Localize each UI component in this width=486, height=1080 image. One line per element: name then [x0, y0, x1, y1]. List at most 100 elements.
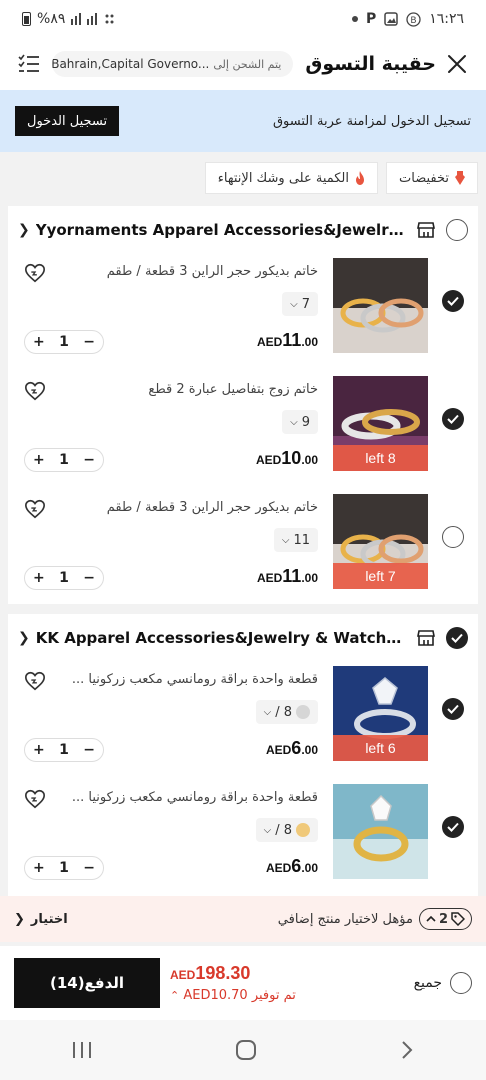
product-name[interactable]: قطعة واحدة براقة رومانسي مكعب زركونيا ..…	[58, 672, 318, 687]
decrement-button[interactable]: −	[83, 334, 95, 350]
close-button[interactable]	[440, 47, 474, 81]
decrement-button[interactable]: −	[83, 570, 95, 586]
addon-offer-bar[interactable]: 2 مؤهل لاختيار منتج إضافي اختيار ❮	[0, 896, 486, 942]
select-all[interactable]: جميع	[414, 972, 472, 994]
variant-selector[interactable]: 7 ⌵	[282, 292, 318, 316]
store-icon	[416, 628, 436, 648]
shipping-location-selector[interactable]: يتم الشحن إلى Bahrain,Capital Governo...	[52, 51, 294, 77]
item-select-checkbox[interactable]	[442, 408, 464, 430]
quantity-value: 1	[59, 452, 69, 468]
decrement-button[interactable]: −	[83, 742, 95, 758]
variant-value: 7	[301, 296, 310, 312]
checkout-bar: جميع AED198.30 تم توفير AED10.70 ⌃ الدفع…	[0, 946, 486, 1020]
product-image[interactable]	[333, 258, 428, 353]
store-select-radio[interactable]	[446, 219, 468, 241]
item-select-checkbox[interactable]	[442, 816, 464, 838]
price-decimal: .00	[301, 571, 318, 585]
variant-selector[interactable]: 8 / ⌵	[255, 818, 318, 842]
cart-item: 6 left قطعة واحدة براقة رومانسي مكعب زرك…	[8, 662, 478, 780]
product-name[interactable]: خاتم زوج بتفاصيل عبارة 2 قطع	[58, 382, 318, 397]
product-image[interactable]: 8 left	[333, 376, 428, 471]
increment-button[interactable]: +	[33, 334, 45, 350]
store-name[interactable]: KK Apparel Accessories&Jewelry & Watche.…	[36, 629, 406, 647]
filter-chip-low-stock[interactable]: الكمية على وشك الإنتهاء	[204, 162, 379, 194]
price-integer: 11	[282, 330, 302, 350]
variant-selector[interactable]: 8 / ⌵	[255, 700, 318, 724]
wishlist-heart-icon[interactable]	[24, 670, 46, 692]
product-image[interactable]	[333, 784, 428, 879]
filter-chip-label: تخفيضات	[399, 170, 449, 186]
home-icon[interactable]	[235, 1039, 257, 1061]
checkout-button[interactable]: الدفع(14)	[14, 958, 160, 1008]
check-icon	[447, 414, 459, 424]
notification-dot-icon	[351, 16, 358, 22]
back-icon[interactable]	[399, 1039, 415, 1061]
variant-selector[interactable]: 11 ⌵	[273, 528, 318, 552]
chevron-left-icon[interactable]: ❮	[18, 630, 30, 646]
list-button[interactable]	[12, 47, 46, 81]
battery-icon	[22, 12, 31, 26]
decrement-button[interactable]: −	[83, 860, 95, 876]
quantity-stepper: + 1 −	[24, 448, 104, 472]
sale-tag-icon	[455, 171, 465, 185]
chevron-left-icon[interactable]: ❮	[18, 222, 30, 238]
store-select-checkbox[interactable]	[446, 627, 468, 649]
item-select-checkbox[interactable]	[442, 290, 464, 312]
store-header: KK Apparel Accessories&Jewelry & Watche.…	[8, 614, 478, 662]
choose-label: اختيار	[30, 911, 68, 927]
store-header: Yyornaments Apparel Accessories&Jewelry …	[8, 206, 478, 254]
price-integer: 6	[291, 738, 302, 758]
chevron-down-icon: ⌵	[281, 534, 290, 546]
cart-item: 8 left خاتم زوج بتفاصيل عبارة 2 قطع 9 ⌵ …	[8, 372, 478, 490]
increment-button[interactable]: +	[33, 742, 45, 758]
stock-left-badge: 6 left	[333, 735, 428, 761]
price-currency: AED	[256, 335, 283, 349]
item-select-checkbox[interactable]	[442, 526, 464, 548]
store-name[interactable]: Yyornaments Apparel Accessories&Jewelry …	[36, 221, 406, 239]
product-image[interactable]: 6 left	[333, 666, 428, 761]
decrement-button[interactable]: −	[83, 452, 95, 468]
color-swatch	[296, 823, 310, 837]
addon-offer: 2 مؤهل لاختيار منتج إضافي	[278, 908, 472, 930]
wishlist-heart-icon[interactable]	[24, 498, 46, 520]
savings-text: تم توفير AED10.70	[183, 988, 296, 1003]
product-name[interactable]: خاتم بديكور حجر الراين 3 قطعة / طقم	[58, 500, 318, 515]
product-name[interactable]: خاتم بديكور حجر الراين 3 قطعة / طقم	[58, 264, 318, 279]
price-decimal: .00	[301, 335, 318, 349]
increment-button[interactable]: +	[33, 452, 45, 468]
select-all-radio[interactable]	[450, 972, 472, 994]
item-select-checkbox[interactable]	[442, 698, 464, 720]
product-price: AED10.00	[256, 448, 318, 469]
cart-item: 7 left خاتم بديكور حجر الراين 3 قطعة / ط…	[8, 490, 478, 608]
color-swatch	[296, 705, 310, 719]
addon-message: مؤهل لاختيار منتج إضافي	[277, 911, 413, 927]
chevron-up-icon: ⌃	[170, 989, 180, 1002]
product-image[interactable]: 7 left	[333, 494, 428, 589]
chevron-down-icon: ⌵	[290, 298, 298, 310]
signal-icon	[71, 13, 114, 25]
list-icon	[18, 54, 39, 72]
check-icon	[447, 822, 459, 832]
price-currency: AED	[265, 743, 292, 757]
product-price: AED11.00	[257, 330, 318, 351]
product-name[interactable]: قطعة واحدة براقة رومانسي مكعب زركونيا ..…	[58, 790, 318, 805]
increment-button[interactable]: +	[33, 860, 45, 876]
close-icon	[448, 55, 466, 73]
wishlist-heart-icon[interactable]	[24, 262, 46, 284]
wishlist-heart-icon[interactable]	[24, 788, 46, 810]
quantity-value: 1	[59, 334, 69, 350]
filter-chip-sale[interactable]: تخفيضات	[386, 162, 478, 194]
chevron-up-icon	[426, 915, 436, 922]
increment-button[interactable]: +	[33, 570, 45, 586]
fire-icon	[356, 171, 365, 185]
login-button[interactable]: تسجيل الدخول	[15, 106, 120, 136]
filter-chip-label: الكمية على وشك الإنتهاء	[217, 170, 350, 186]
recent-apps-icon[interactable]	[71, 1040, 93, 1060]
select-all-label: جميع	[413, 975, 442, 991]
choose-addon-button[interactable]: اختيار ❮	[14, 912, 68, 927]
status-right: P B ١٦:٢٦	[351, 11, 464, 27]
variant-selector[interactable]: 9 ⌵	[282, 410, 318, 434]
wishlist-heart-icon[interactable]	[24, 380, 46, 402]
price-decimal: .00	[301, 861, 318, 875]
savings-summary[interactable]: تم توفير AED10.70 ⌃	[170, 988, 296, 1003]
